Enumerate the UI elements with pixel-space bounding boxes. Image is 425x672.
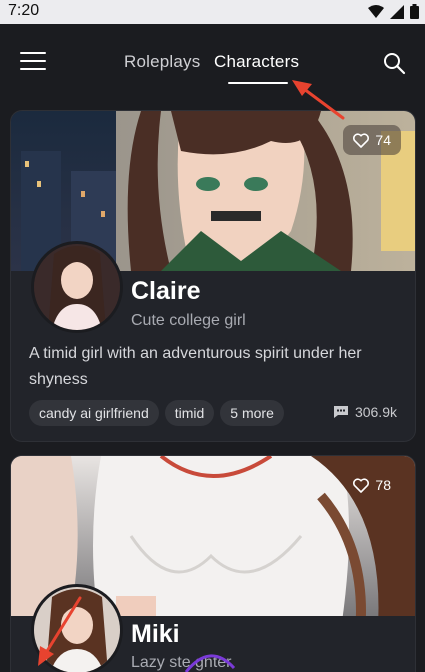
status-time: 7:20 [8,2,40,19]
heart-icon [353,477,370,493]
character-subtitle: Lazy ste ghter [131,654,232,671]
like-count-badge[interactable]: 74 [343,125,401,155]
avatar [31,241,123,333]
character-card-miki[interactable]: 78 Miki Lazy ste ghter [10,455,416,672]
like-count: 74 [375,132,391,148]
search-icon[interactable] [382,51,406,75]
battery-icon [410,4,419,19]
character-name: Claire [131,277,201,305]
tag-chip[interactable]: candy ai girlfriend [29,400,159,426]
like-count-badge[interactable]: 78 [343,470,401,500]
character-name: Miki [131,620,180,648]
like-count: 78 [375,477,391,493]
character-description: A timid girl with an adventurous spirit … [29,345,362,388]
status-bar: 7:20 [0,0,425,24]
tag-list: candy ai girlfriend timid 5 more [29,400,284,426]
menu-icon[interactable] [20,52,46,72]
wifi-icon [368,4,384,18]
tag-chip[interactable]: timid [164,400,215,426]
status-icons [368,4,419,19]
avatar [31,584,123,672]
chat-bubble-icon [333,406,348,418]
heart-icon [353,132,370,148]
character-subtitle: Cute college girl [131,312,246,329]
chat-count: 306.9k [333,404,397,420]
tab-characters[interactable]: Characters [214,52,299,72]
app-bar: Roleplays Characters [0,24,425,94]
more-tags-chip[interactable]: 5 more [220,400,284,426]
signal-icon [390,4,404,19]
chat-count-value: 306.9k [354,404,397,420]
active-tab-indicator [228,82,288,84]
character-card-claire[interactable]: 74 Claire Cute college girl A timid girl… [10,110,416,442]
tab-roleplays[interactable]: Roleplays [124,52,200,72]
